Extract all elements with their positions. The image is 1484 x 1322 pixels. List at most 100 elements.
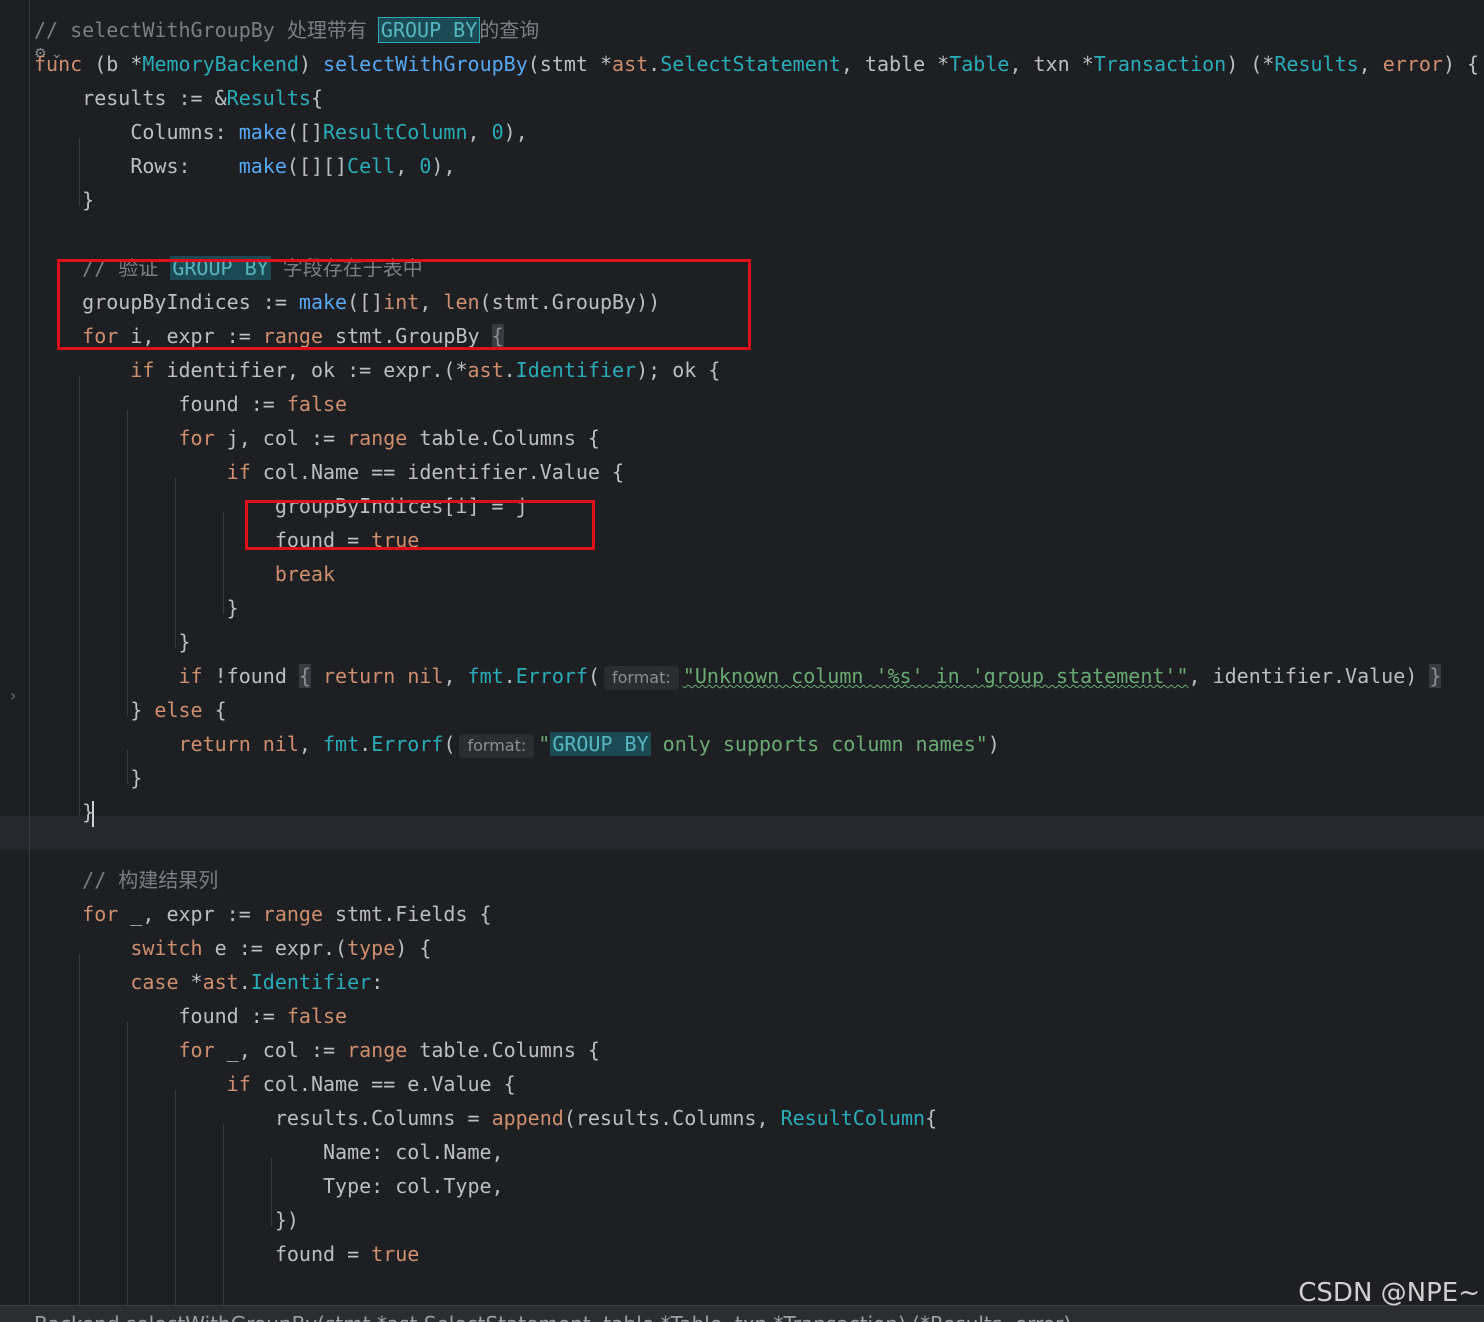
- code-token: found :=: [34, 1004, 287, 1028]
- code-line[interactable]: } else {: [34, 693, 226, 727]
- code-token: fmt: [323, 732, 360, 756]
- code-token: results.Columns =: [34, 1106, 492, 1130]
- code-line[interactable]: }: [34, 761, 142, 795]
- code-line[interactable]: Name: col.Name,: [34, 1135, 504, 1169]
- code-token: , table *: [840, 52, 950, 76]
- parameter-hint: format:: [604, 666, 679, 690]
- code-token: !found: [202, 664, 299, 688]
- code-token: {: [298, 664, 311, 688]
- code-token: // selectWithGroupBy 处理带有: [34, 18, 379, 42]
- code-token: range: [347, 1038, 408, 1062]
- code-token: break: [274, 562, 336, 586]
- code-token: append: [491, 1106, 564, 1130]
- code-line[interactable]: Columns: make([]ResultColumn, 0),: [34, 115, 528, 149]
- code-token: if: [226, 1072, 251, 1096]
- code-token: }: [34, 800, 95, 824]
- code-token: .: [648, 52, 661, 76]
- code-line[interactable]: return nil, fmt.Errorf(format: " GROUP BY …: [34, 727, 1000, 761]
- code-token: .: [238, 970, 251, 994]
- code-token: Errorf: [515, 664, 588, 688]
- code-token: }): [34, 1208, 299, 1232]
- code-token: if: [178, 664, 203, 688]
- code-token: found :=: [34, 392, 287, 416]
- code-line[interactable]: found := false: [34, 999, 347, 1033]
- code-token: false: [286, 392, 348, 416]
- code-token: 的查询: [479, 18, 540, 42]
- code-line[interactable]: // 构建结果列: [34, 863, 218, 897]
- code-token: }: [34, 698, 155, 722]
- fold-arrow-icon[interactable]: ›: [10, 686, 16, 705]
- code-token: if: [130, 358, 155, 382]
- code-token: ): [298, 52, 324, 76]
- code-token: Columns:: [34, 120, 239, 144]
- code-token: true: [371, 1242, 420, 1266]
- code-token: ),: [503, 120, 528, 144]
- code-token: "Unknown column '%s' in 'group statement…: [682, 664, 1189, 688]
- code-token: .: [359, 732, 372, 756]
- code-token: Cell: [347, 154, 396, 178]
- code-line[interactable]: }: [34, 625, 190, 659]
- code-line[interactable]: switch e := expr.(type) {: [34, 931, 431, 965]
- current-line-highlight: [0, 816, 1484, 850]
- code-line[interactable]: if col.Name == identifier.Value {: [34, 455, 624, 489]
- code-token: stmt.Fields {: [323, 902, 492, 926]
- code-line[interactable]: }): [34, 1203, 299, 1237]
- code-line[interactable]: Type: col.Type,: [34, 1169, 504, 1203]
- code-token: Name: col.Name,: [34, 1140, 504, 1164]
- code-token: ": [538, 732, 551, 756]
- code-token: }: [34, 188, 95, 212]
- code-line[interactable]: found = true: [34, 1237, 420, 1271]
- code-token: MemoryBackend: [142, 52, 299, 76]
- code-line[interactable]: Rows: make([][]Cell, 0),: [34, 149, 456, 183]
- code-line[interactable]: }: [34, 795, 95, 829]
- code-token: ast: [202, 970, 239, 994]
- code-token: only supports column names": [650, 732, 988, 756]
- code-token: , identifier.Value): [1188, 664, 1430, 688]
- code-line[interactable]: case *ast.Identifier:: [34, 965, 383, 999]
- code-token: :: [371, 970, 384, 994]
- breadcrumb-bar[interactable]: Backend.selectWithGroupBy(stmt *ast.Sele…: [0, 1305, 1484, 1322]
- code-line[interactable]: found := false: [34, 387, 347, 421]
- code-token: _, col :=: [214, 1038, 348, 1062]
- code-token: ast: [612, 52, 649, 76]
- code-token: results := &: [34, 86, 227, 110]
- code-line[interactable]: results.Columns = append(results.Columns…: [34, 1101, 937, 1135]
- code-token: ,: [467, 120, 492, 144]
- code-line[interactable]: results := &Results{: [34, 81, 323, 115]
- code-line[interactable]: break: [34, 557, 335, 591]
- code-line[interactable]: // selectWithGroupBy 处理带有 GROUP BY 的查询: [34, 13, 539, 47]
- code-token: error: [1382, 52, 1443, 76]
- code-line[interactable]: }: [34, 183, 94, 217]
- code-line[interactable]: for j, col := range table.Columns {: [34, 421, 600, 455]
- code-token: ) {: [1442, 52, 1480, 76]
- code-line[interactable]: }: [34, 591, 239, 625]
- code-line[interactable]: if col.Name == e.Value {: [34, 1067, 516, 1101]
- code-token: ),: [431, 154, 456, 178]
- code-line[interactable]: func (b *MemoryBackend) selectWithGroupB…: [34, 47, 1479, 81]
- code-line[interactable]: if !found { return nil, fmt.Errorf(forma…: [34, 659, 1442, 693]
- code-token: for: [178, 426, 215, 450]
- code-token: range: [262, 902, 324, 926]
- code-token: ast: [467, 358, 504, 382]
- code-token: table.Columns {: [407, 1038, 600, 1062]
- code-token: identifier, ok := expr.(*: [154, 358, 468, 382]
- code-token: {: [925, 1106, 938, 1130]
- code-line[interactable]: if identifier, ok := expr.(*ast.Identifi…: [34, 353, 720, 387]
- code-token: 0: [419, 154, 432, 178]
- breadcrumb[interactable]: Backend.selectWithGroupBy(stmt *ast.Sele…: [34, 1312, 1071, 1322]
- code-line[interactable]: for _, col := range table.Columns {: [34, 1033, 600, 1067]
- code-token: (stmt *: [527, 52, 613, 76]
- code-token: if: [226, 460, 251, 484]
- code-line[interactable]: for _, expr := range stmt.Fields {: [34, 897, 492, 931]
- code-token: Results: [1274, 52, 1359, 76]
